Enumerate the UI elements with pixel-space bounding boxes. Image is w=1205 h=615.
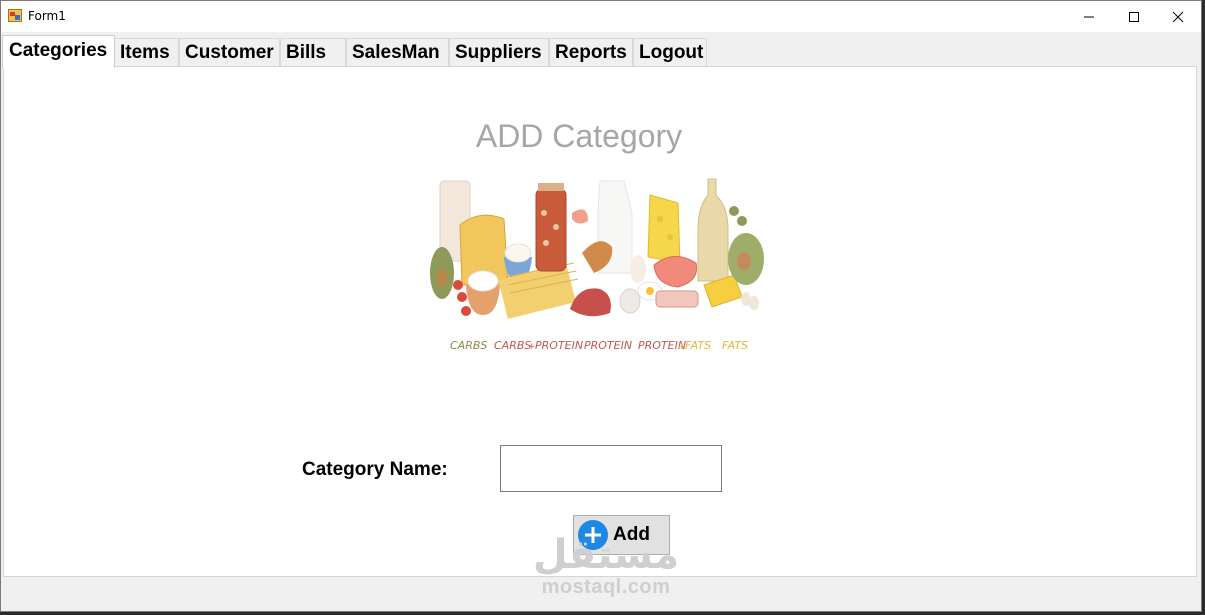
watermark-latin: mostaql.com	[541, 576, 671, 598]
app-window: Form1 Categories Items Customer Bills Sa…	[0, 0, 1202, 612]
tab-strip: Categories Items Customer Bills SalesMan…	[1, 32, 1201, 68]
app-icon	[8, 9, 22, 22]
caption-carbs-protein-b: PROTEIN	[535, 339, 583, 352]
caption-carbs: CARBS	[450, 339, 487, 352]
tab-reports[interactable]: Reports	[549, 38, 633, 67]
tab-salesman[interactable]: SalesMan	[346, 38, 449, 67]
tab-categories[interactable]: Categories	[2, 35, 115, 68]
watermark-arabic: مستقل	[532, 532, 680, 578]
title-bar: Form1	[1, 1, 1201, 32]
maximize-icon	[1129, 11, 1139, 22]
maximize-button[interactable]	[1111, 1, 1157, 32]
close-icon	[1172, 11, 1184, 22]
caption-carbs-protein-a: CARBS	[494, 339, 531, 352]
watermark: مستقل mostaql.com	[531, 535, 681, 599]
window-title: Form1	[28, 9, 66, 23]
tab-logout[interactable]: Logout	[633, 38, 707, 67]
close-button[interactable]	[1155, 1, 1201, 32]
tab-items[interactable]: Items	[114, 38, 179, 67]
tab-suppliers[interactable]: Suppliers	[449, 38, 549, 67]
tab-customer[interactable]: Customer	[179, 38, 280, 67]
caption-protein-fats-b: FATS	[685, 339, 711, 352]
page-title: ADD Category	[475, 118, 683, 154]
caption-fats: FATS	[722, 339, 748, 352]
category-name-label: Category Name:	[302, 459, 448, 480]
food-illustration: CARBS CARBS + PROTEIN PROTEIN PROTEIN + …	[430, 178, 764, 352]
minimize-button[interactable]	[1066, 1, 1112, 32]
tab-bills[interactable]: Bills	[280, 38, 346, 67]
category-name-input[interactable]	[500, 445, 722, 492]
minimize-icon	[1084, 16, 1094, 17]
caption-protein: PROTEIN	[584, 339, 632, 352]
categories-panel: ADD Category CARBS CARBS + PROTEIN PROTE…	[3, 66, 1197, 577]
